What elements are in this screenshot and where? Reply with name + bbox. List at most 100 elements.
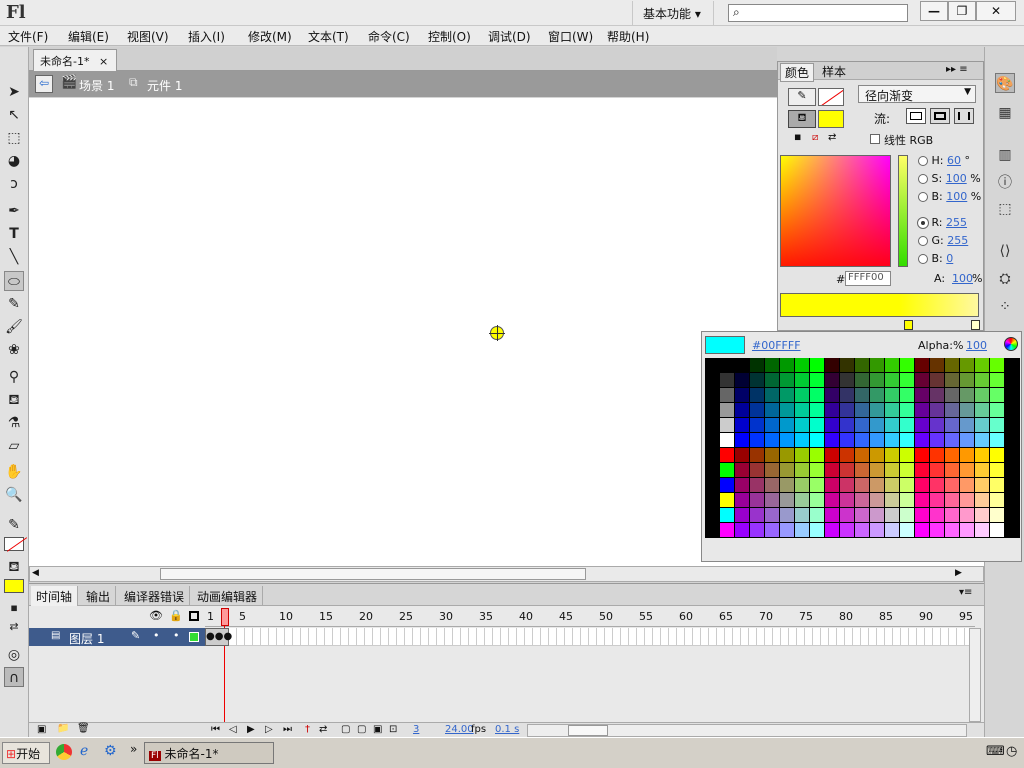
swatch-cell[interactable] — [780, 508, 795, 523]
menu-view[interactable]: 视图(V) — [127, 28, 169, 45]
swatch-cell[interactable] — [765, 508, 780, 523]
brightness-radio[interactable] — [918, 192, 928, 202]
show-hide-icon[interactable]: 👁 — [149, 609, 163, 622]
stage-horizontal-scrollbar[interactable]: ◀ ▶ — [29, 566, 984, 582]
swatch-cell[interactable] — [765, 523, 780, 538]
menu-help[interactable]: 帮助(H) — [607, 28, 649, 45]
swatch-cell[interactable] — [765, 403, 780, 418]
swatch-cell[interactable] — [885, 373, 900, 388]
green-value[interactable]: 255 — [947, 234, 968, 247]
align-panel-icon[interactable]: ▥ — [995, 145, 1015, 165]
swatch-cell[interactable] — [915, 508, 930, 523]
swatch-cell[interactable] — [840, 508, 855, 523]
swatch-cell[interactable] — [810, 373, 825, 388]
swatch-cell[interactable] — [960, 478, 975, 493]
swatch-cell[interactable] — [885, 448, 900, 463]
swatch-cell[interactable] — [840, 358, 855, 373]
hue-radio[interactable] — [918, 156, 928, 166]
deco-tool-icon[interactable]: ❀ — [4, 340, 24, 360]
maximize-button[interactable]: ❐ — [948, 1, 976, 21]
swatch-cell[interactable] — [870, 508, 885, 523]
pencil-tool-icon[interactable]: ✎ — [4, 294, 24, 314]
flash-task-button[interactable]: Fl 未命名-1* — [144, 742, 274, 764]
swatch-cell[interactable] — [870, 388, 885, 403]
close-tab-icon[interactable]: × — [99, 55, 108, 68]
workspace-switcher[interactable]: 基本功能 ▾ — [632, 1, 714, 25]
swatch-cell[interactable] — [930, 478, 945, 493]
swatch-cell[interactable] — [810, 448, 825, 463]
swatch-cell[interactable] — [825, 523, 840, 538]
swatch-cell[interactable] — [750, 358, 765, 373]
swatch-cell[interactable] — [960, 433, 975, 448]
stroke-icon[interactable]: ✎ — [788, 88, 816, 106]
swatch-cell[interactable] — [735, 523, 750, 538]
swatch-cell[interactable] — [795, 523, 810, 538]
swatch-cell[interactable] — [720, 493, 735, 508]
swatch-cell[interactable] — [825, 493, 840, 508]
swatch-cell[interactable] — [735, 358, 750, 373]
layer-color-swatch[interactable] — [189, 632, 199, 642]
swatch-cell[interactable] — [855, 478, 870, 493]
stroke-color-swatch[interactable] — [4, 537, 28, 552]
swatch-cell[interactable] — [765, 418, 780, 433]
swatch-cell[interactable] — [885, 463, 900, 478]
swatch-cell[interactable] — [735, 403, 750, 418]
swatch-cell[interactable] — [735, 388, 750, 403]
swatch-cell[interactable] — [825, 478, 840, 493]
play-icon[interactable]: ▶ — [247, 724, 255, 735]
swatch-cell[interactable] — [780, 433, 795, 448]
swatch-cell[interactable] — [765, 493, 780, 508]
tab-compiler-errors[interactable]: 编译器错误 — [119, 586, 191, 606]
swatch-cell[interactable] — [855, 523, 870, 538]
swatch-cell[interactable] — [825, 373, 840, 388]
swatch-cell[interactable] — [990, 358, 1005, 373]
playhead-marker[interactable] — [221, 608, 229, 626]
next-frame-icon[interactable]: ▷ — [265, 724, 273, 735]
swatch-cell[interactable] — [720, 388, 735, 403]
scroll-thumb[interactable] — [160, 568, 586, 580]
swatch-cell[interactable] — [945, 433, 960, 448]
default-colors-icon[interactable]: ◾ — [4, 599, 24, 619]
swatch-cell[interactable] — [795, 388, 810, 403]
swatch-cell[interactable] — [960, 448, 975, 463]
components-panel-icon[interactable]: ⛭ — [995, 269, 1015, 289]
blue-radio[interactable] — [918, 254, 928, 264]
flow-reflect-button[interactable] — [930, 108, 950, 124]
swap-icon[interactable]: ⇄ — [828, 132, 836, 143]
panel-menu-icon[interactable]: ▸▸ ≡ — [946, 64, 968, 75]
subselection-tool-icon[interactable]: ↖ — [4, 105, 24, 125]
swatch-cell[interactable] — [855, 418, 870, 433]
swatch-cell[interactable] — [930, 403, 945, 418]
swatch-cell[interactable] — [870, 463, 885, 478]
swatch-cell[interactable] — [735, 478, 750, 493]
swatch-cell[interactable] — [750, 433, 765, 448]
swatch-cell[interactable] — [900, 448, 915, 463]
swatch-cell[interactable] — [900, 418, 915, 433]
swatch-cell[interactable] — [990, 463, 1005, 478]
actions-panel-icon[interactable]: ⟨⟩ — [995, 241, 1015, 261]
snap-magnet-icon[interactable]: ∩ — [4, 667, 24, 687]
swatch-cell[interactable] — [780, 388, 795, 403]
swatch-cell[interactable] — [795, 508, 810, 523]
swatch-cell[interactable] — [795, 493, 810, 508]
swatch-cell[interactable] — [885, 358, 900, 373]
back-arrow-icon[interactable]: ⇦ — [35, 75, 53, 93]
swatch-cell[interactable] — [810, 388, 825, 403]
swatch-cell[interactable] — [780, 373, 795, 388]
swatch-cell[interactable] — [975, 388, 990, 403]
swatch-cell[interactable] — [750, 403, 765, 418]
swatch-cell[interactable] — [750, 448, 765, 463]
3d-rotation-tool-icon[interactable]: ◕ — [4, 151, 24, 171]
swatch-cell[interactable] — [735, 448, 750, 463]
swatch-cell[interactable] — [885, 418, 900, 433]
swatch-cell[interactable] — [810, 433, 825, 448]
red-value[interactable]: 255 — [946, 216, 967, 229]
swatch-cell[interactable] — [765, 433, 780, 448]
tab-swatches[interactable]: 样本 — [818, 63, 850, 80]
hand-tool-icon[interactable]: ✋ — [4, 462, 24, 482]
swatch-cell[interactable] — [975, 493, 990, 508]
swatch-cell[interactable] — [915, 478, 930, 493]
paint-bucket-tool-icon[interactable]: ⛾ — [4, 390, 24, 410]
swatch-cell[interactable] — [885, 403, 900, 418]
swatch-cell[interactable] — [945, 463, 960, 478]
